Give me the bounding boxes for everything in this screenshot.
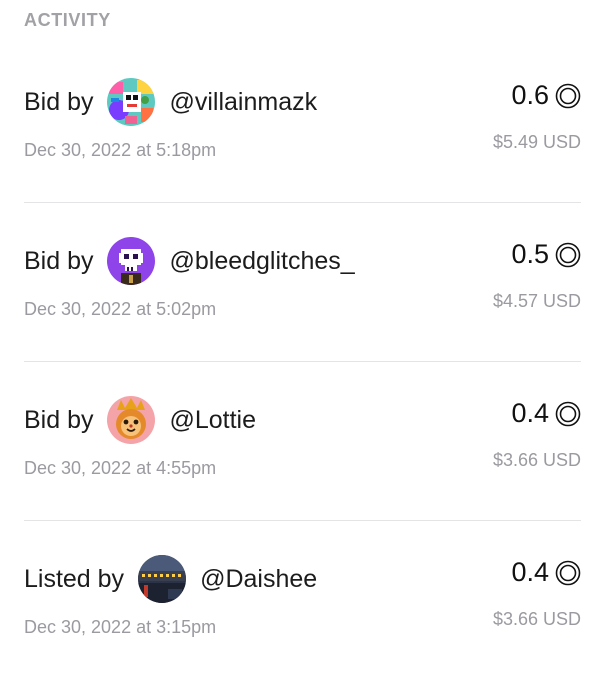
- activity-row: Bid by @villainmazk Dec 30, 2022 at 5:18…: [24, 44, 581, 203]
- activity-date: Dec 30, 2022 at 5:02pm: [24, 299, 217, 319]
- price-value: 0.5: [511, 239, 549, 269]
- colorful-collage-avatar-icon: [107, 78, 156, 126]
- usd-value: $3.66 USD: [492, 609, 581, 629]
- activity-action: Bid by: [24, 246, 94, 275]
- usd-value: $3.66 USD: [492, 450, 581, 470]
- username-link[interactable]: @villainmazk: [169, 88, 317, 117]
- username-link[interactable]: @Daishee: [200, 565, 317, 594]
- usd-value: $4.57 USD: [492, 291, 581, 311]
- orange-cat-crown-avatar-icon: [107, 396, 156, 444]
- activity-actor: Listed by @Daishee: [24, 555, 317, 603]
- activity-action: Bid by: [24, 405, 94, 434]
- username-link[interactable]: @Lottie: [169, 406, 256, 435]
- price-value: 0.4: [511, 557, 549, 587]
- purple-pixel-skull-avatar-icon: [107, 237, 156, 285]
- circle-coin-icon: [555, 242, 581, 267]
- activity-panel: ACTIVITY Bid by @villainmazk Dec 30, 202…: [0, 0, 603, 680]
- activity-date: Dec 30, 2022 at 3:15pm: [24, 617, 217, 637]
- price: 0.5: [511, 239, 581, 270]
- circle-coin-icon: [555, 560, 581, 585]
- night-city-avatar-icon: [138, 555, 187, 603]
- activity-action: Bid by: [24, 87, 94, 116]
- circle-coin-icon: [555, 83, 581, 108]
- activity-actor: Bid by @bleedglitches_: [24, 237, 355, 285]
- activity-list: Bid by @villainmazk Dec 30, 2022 at 5:18…: [24, 44, 581, 680]
- activity-row: Bid by @bleedglitches_ Dec 30, 2022 at 5…: [24, 203, 581, 362]
- activity-date: Dec 30, 2022 at 4:55pm: [24, 458, 217, 478]
- price: 0.6: [511, 80, 581, 111]
- circle-coin-icon: [555, 401, 581, 426]
- activity-action: Listed by: [24, 564, 125, 593]
- price: 0.4: [511, 557, 581, 588]
- usd-value: $5.49 USD: [492, 132, 581, 152]
- price: 0.4: [511, 398, 581, 429]
- price-value: 0.4: [511, 398, 549, 428]
- activity-row: Listed by @Daishee Dec 30, 2022 at 3:15p…: [24, 521, 581, 680]
- user-avatar[interactable]: [107, 237, 156, 285]
- user-avatar[interactable]: [107, 396, 156, 444]
- user-avatar[interactable]: [107, 78, 156, 126]
- price-value: 0.6: [511, 80, 549, 110]
- username-link[interactable]: @bleedglitches_: [169, 247, 354, 276]
- activity-row: Bid by @Lottie Dec 30, 2022 at 4:55pm 0.…: [24, 362, 581, 521]
- user-avatar[interactable]: [138, 555, 187, 603]
- activity-actor: Bid by @Lottie: [24, 396, 256, 444]
- section-title: ACTIVITY: [24, 10, 111, 30]
- activity-date: Dec 30, 2022 at 5:18pm: [24, 140, 217, 160]
- activity-actor: Bid by @villainmazk: [24, 78, 317, 126]
